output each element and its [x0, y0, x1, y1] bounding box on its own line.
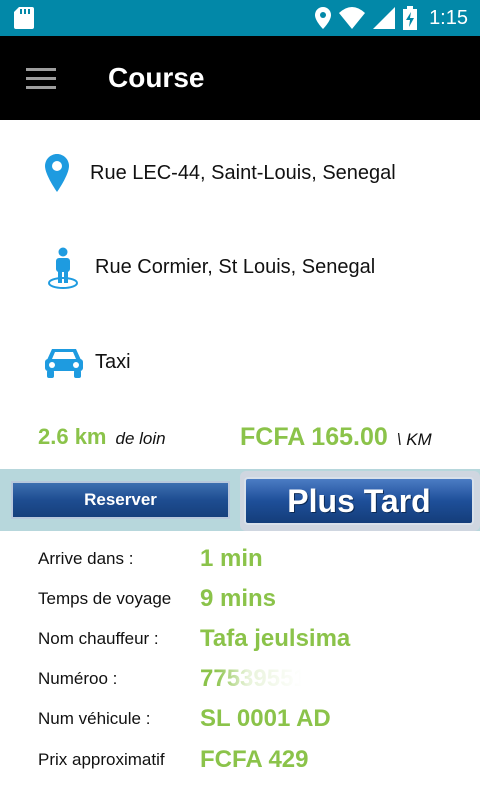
signal-icon [373, 7, 396, 29]
distance-suffix: de loin [115, 429, 166, 448]
detail-value: FCFA 429 [200, 746, 309, 773]
detail-row-travel-time: Temps de voyage 9 mins [38, 584, 478, 614]
detail-label: Nom chauffeur : [38, 629, 159, 648]
sd-card-icon [14, 7, 34, 29]
detail-value: 9 mins [200, 585, 277, 612]
wifi-icon [339, 7, 366, 29]
detail-value: 1 min [200, 545, 263, 572]
detail-label: Num véhicule : [38, 709, 151, 728]
plus-tard-button-frame: Plus Tard [240, 471, 480, 531]
vehicle-type-label: Taxi [95, 351, 131, 373]
distance-info: 2.6 km de loin [38, 424, 166, 450]
reserver-button[interactable]: Reserver [11, 481, 230, 519]
detail-value: Tafa jeulsima [200, 625, 351, 652]
status-time: 1:15 [429, 6, 468, 29]
detail-value: SL 0001 AD [200, 705, 331, 732]
pickup-row[interactable]: Rue LEC-44, Saint-Louis, Senegal [0, 150, 480, 198]
destination-row[interactable]: Rue Cormier, St Louis, Senegal [0, 244, 480, 292]
location-icon [315, 7, 332, 29]
location-pin-icon [45, 154, 69, 192]
menu-icon[interactable] [26, 68, 56, 90]
detail-value: 775395517 [200, 665, 321, 692]
rate-info: FCFA 165.00 \ KM [240, 423, 432, 452]
detail-label: Arrive dans : [38, 549, 134, 568]
distance-value: 2.6 km [38, 424, 107, 449]
app-bar: Course [0, 36, 480, 120]
detail-label: Temps de voyage [38, 589, 172, 608]
detail-row-phone: Numéroo : 775395517 [38, 664, 478, 694]
destination-address: Rue Cormier, St Louis, Senegal [95, 256, 376, 278]
page-title: Course [108, 62, 205, 93]
plus-tard-button[interactable]: Plus Tard [244, 477, 474, 525]
person-pin-icon [48, 247, 78, 289]
status-bar: 1:15 [0, 0, 480, 36]
rate-price: FCFA 165.00 [240, 423, 388, 451]
detail-row-driver-name: Nom chauffeur : Tafa jeulsima [38, 624, 478, 654]
detail-row-approx-price: Prix approximatif FCFA 429 [38, 745, 478, 775]
vehicle-type-row[interactable]: Taxi [0, 342, 480, 382]
detail-row-vehicle-number: Num véhicule : SL 0001 AD [38, 704, 478, 734]
detail-row-arrival: Arrive dans : 1 min [38, 544, 478, 574]
battery-charging-icon [403, 6, 418, 30]
car-icon [45, 349, 83, 378]
rate-unit: \ KM [396, 430, 432, 449]
detail-label: Numéroo : [38, 669, 118, 688]
pickup-address: Rue LEC-44, Saint-Louis, Senegal [90, 162, 396, 184]
detail-label: Prix approximatif [38, 750, 165, 769]
action-buttons: Reserver Plus Tard [0, 469, 480, 531]
